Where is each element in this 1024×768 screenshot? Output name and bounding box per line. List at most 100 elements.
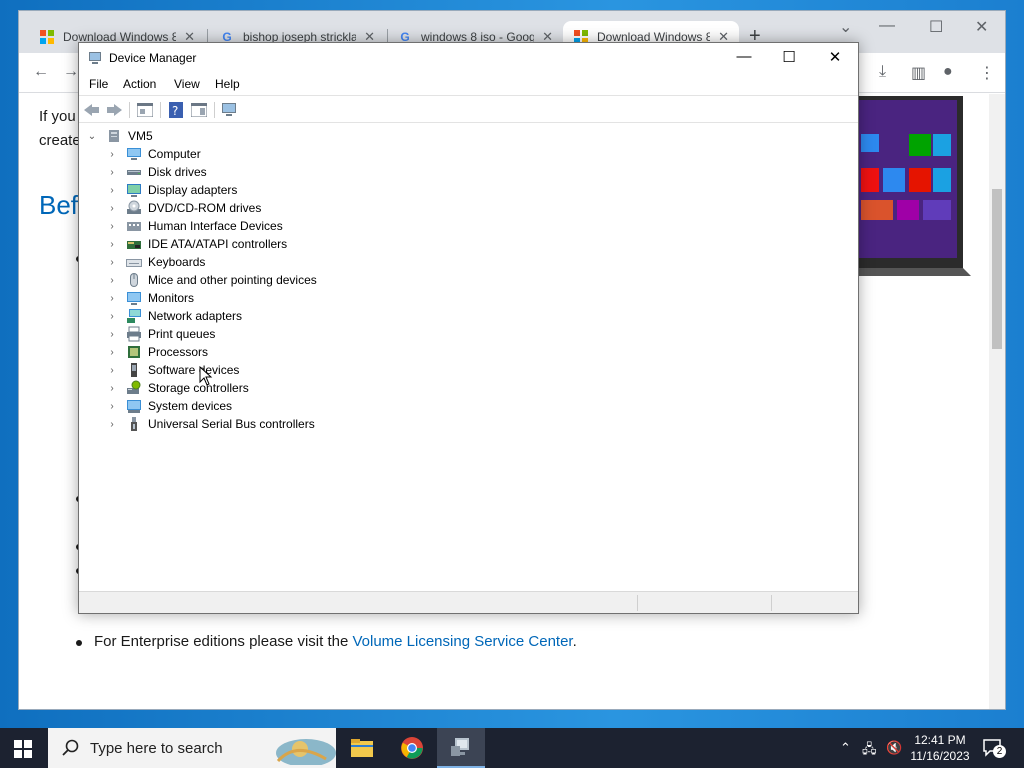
- chevron-right-icon[interactable]: ›: [107, 329, 117, 340]
- download-icon[interactable]: ⤓: [879, 63, 886, 81]
- taskbar-device-manager[interactable]: [437, 728, 485, 768]
- chevron-right-icon[interactable]: ›: [107, 239, 117, 250]
- chevron-right-icon[interactable]: ›: [107, 365, 117, 376]
- chevron-right-icon[interactable]: ›: [107, 419, 117, 430]
- chevron-right-icon[interactable]: ›: [107, 347, 117, 358]
- page-scrollbar-thumb[interactable]: [992, 189, 1002, 349]
- network-icon: [127, 309, 141, 323]
- maximize-icon[interactable]: ☐: [929, 17, 943, 37]
- chevron-right-icon[interactable]: ›: [107, 257, 117, 268]
- search-highlight-icon: [276, 739, 336, 765]
- taskbar-file-explorer[interactable]: [338, 728, 386, 768]
- ide-icon: [127, 241, 141, 249]
- tree-item-human-interface-devices[interactable]: › Human Interface Devices: [107, 217, 282, 235]
- menu-help[interactable]: Help: [215, 77, 240, 91]
- page-scrollbar[interactable]: [989, 94, 1005, 709]
- menu-action[interactable]: Action: [123, 77, 156, 91]
- properties-icon[interactable]: [136, 101, 154, 119]
- chevron-right-icon[interactable]: ›: [107, 203, 117, 214]
- back-arrow-icon[interactable]: [83, 101, 101, 119]
- tree-item-label: DVD/CD-ROM drives: [148, 201, 262, 215]
- tree-item-label: Disk drives: [148, 165, 207, 179]
- mouse-icon: [130, 273, 138, 287]
- tree-item-processors[interactable]: › Processors: [107, 343, 208, 361]
- list-bullet: [76, 640, 82, 646]
- volume-muted-icon[interactable]: 🔇: [886, 740, 902, 756]
- tree-item-storage-controllers[interactable]: › Storage controllers: [107, 379, 249, 397]
- tree-item-system-devices[interactable]: › System devices: [107, 397, 232, 415]
- computer-icon: [109, 130, 119, 142]
- tree-item-display-adapters[interactable]: › Display adapters: [107, 181, 237, 199]
- tree-item-label: System devices: [148, 399, 233, 413]
- chevron-right-icon[interactable]: ›: [107, 149, 117, 160]
- help-icon[interactable]: ?: [167, 101, 185, 119]
- tree-item-software-devices[interactable]: › Software devices: [107, 361, 239, 379]
- chevron-right-icon[interactable]: ›: [107, 275, 117, 286]
- windows-8-laptop-image: [851, 96, 971, 276]
- tree-item-computer[interactable]: › Computer: [107, 145, 200, 163]
- hid-icon: [127, 222, 141, 231]
- tree-item-label: Mice and other pointing devices: [148, 273, 317, 287]
- side-panel-icon[interactable]: ▥: [911, 63, 926, 83]
- device-manager-window: Device Manager — ☐ ✕ File Action View He…: [78, 42, 859, 614]
- network-icon[interactable]: 🖧: [862, 740, 877, 762]
- toolbar-separator: [160, 102, 161, 118]
- chevron-down-icon[interactable]: ⌄: [87, 131, 97, 142]
- toolbar: ?: [79, 95, 858, 123]
- tree-item-ide-ata-atapi-controllers[interactable]: › IDE ATA/ATAPI controllers: [107, 235, 287, 253]
- menu-file[interactable]: File: [89, 77, 108, 91]
- status-divider: [637, 595, 638, 611]
- chevron-right-icon[interactable]: ›: [107, 293, 117, 304]
- chevron-right-icon[interactable]: ›: [107, 401, 117, 412]
- chevron-right-icon[interactable]: ›: [107, 221, 117, 232]
- clock-date: 11/16/2023: [910, 749, 970, 763]
- tab-search-icon[interactable]: ⌄: [839, 17, 852, 37]
- tree-item-disk-drives[interactable]: › Disk drives: [107, 163, 207, 181]
- tree-item-print-queues[interactable]: › Print queues: [107, 325, 215, 343]
- chevron-right-icon[interactable]: ›: [107, 311, 117, 322]
- notification-count-badge: 2: [993, 745, 1006, 758]
- toolbar-separator: [129, 102, 130, 118]
- tree-item-universal-serial-bus-controllers[interactable]: › Universal Serial Bus controllers: [107, 415, 315, 433]
- show-hidden-icons-icon[interactable]: ⌃: [840, 740, 851, 756]
- tree-item-label: Universal Serial Bus controllers: [148, 417, 315, 431]
- chevron-right-icon[interactable]: ›: [107, 185, 117, 196]
- tree-item-label: Monitors: [148, 291, 195, 305]
- scan-hardware-icon[interactable]: [221, 101, 239, 119]
- profile-icon[interactable]: ●: [943, 63, 953, 81]
- tree-item-network-adapters[interactable]: › Network adapters: [107, 307, 242, 325]
- minimize-icon[interactable]: —: [729, 48, 759, 65]
- processor-icon: [128, 346, 140, 358]
- close-icon[interactable]: ✕: [820, 48, 850, 66]
- chevron-right-icon[interactable]: ›: [107, 383, 117, 394]
- tree-item-mice-and-other-pointing-devices[interactable]: › Mice and other pointing devices: [107, 271, 317, 289]
- taskbar-clock[interactable]: 12:41 PM 11/16/2023: [905, 732, 975, 764]
- forward-arrow-icon[interactable]: →: [63, 63, 79, 81]
- menu-bar: File Action View Help: [79, 73, 858, 95]
- status-bar: [79, 591, 858, 613]
- back-arrow-icon[interactable]: ←: [33, 63, 49, 81]
- tree-item-label: Keyboards: [148, 255, 206, 269]
- tree-item-dvd-cd-rom-drives[interactable]: › DVD/CD-ROM drives: [107, 199, 261, 217]
- menu-view[interactable]: View: [174, 77, 200, 91]
- tree-item-keyboards[interactable]: › Keyboards: [107, 253, 205, 271]
- menu-dots-icon[interactable]: ⋮: [979, 63, 995, 83]
- taskbar-chrome[interactable]: [388, 728, 436, 768]
- clock-time: 12:41 PM: [914, 733, 966, 747]
- windows-start-icon[interactable]: [14, 740, 32, 758]
- forward-arrow-icon[interactable]: [106, 101, 124, 119]
- close-icon[interactable]: ✕: [975, 17, 988, 37]
- maximize-icon[interactable]: ☐: [774, 48, 804, 66]
- volume-licensing-link[interactable]: Volume Licensing Service Center: [352, 633, 572, 650]
- notification-center-icon[interactable]: 2: [982, 738, 1006, 758]
- view-icon[interactable]: [190, 101, 208, 119]
- tree-item-label: Processors: [148, 345, 209, 359]
- chevron-right-icon[interactable]: ›: [107, 167, 117, 178]
- device-manager-titlebar[interactable]: Device Manager — ☐ ✕: [79, 43, 858, 73]
- tree-item-monitors[interactable]: › Monitors: [107, 289, 194, 307]
- minimize-icon[interactable]: —: [879, 17, 895, 35]
- tree-root-vm5[interactable]: ⌄ VM5: [87, 127, 153, 145]
- windows-logo-icon: [39, 29, 55, 45]
- taskbar-search-box[interactable]: Type here to search: [48, 728, 336, 768]
- status-divider: [771, 595, 772, 611]
